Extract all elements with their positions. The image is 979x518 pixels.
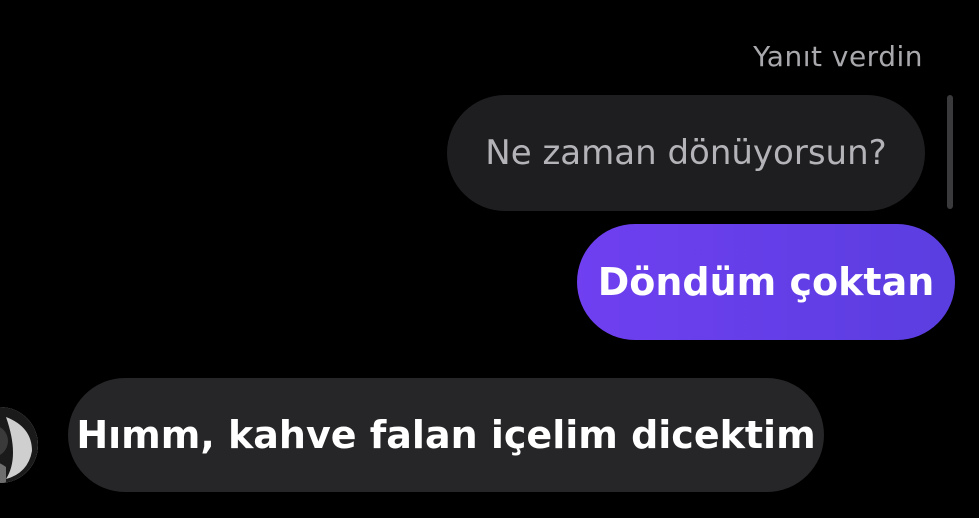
- received-message-bubble[interactable]: Hımm, kahve falan içelim dicektim: [68, 378, 824, 492]
- quoted-message-bubble[interactable]: Ne zaman dönüyorsun?: [447, 95, 925, 211]
- reply-label: Yanıt verdin: [753, 40, 923, 73]
- chat-thread: Yanıt verdin Ne zaman dönüyorsun? Döndüm…: [0, 0, 979, 518]
- avatar[interactable]: [0, 407, 38, 483]
- sent-message-bubble[interactable]: Döndüm çoktan: [577, 224, 955, 340]
- reply-indicator-bar: [947, 95, 953, 209]
